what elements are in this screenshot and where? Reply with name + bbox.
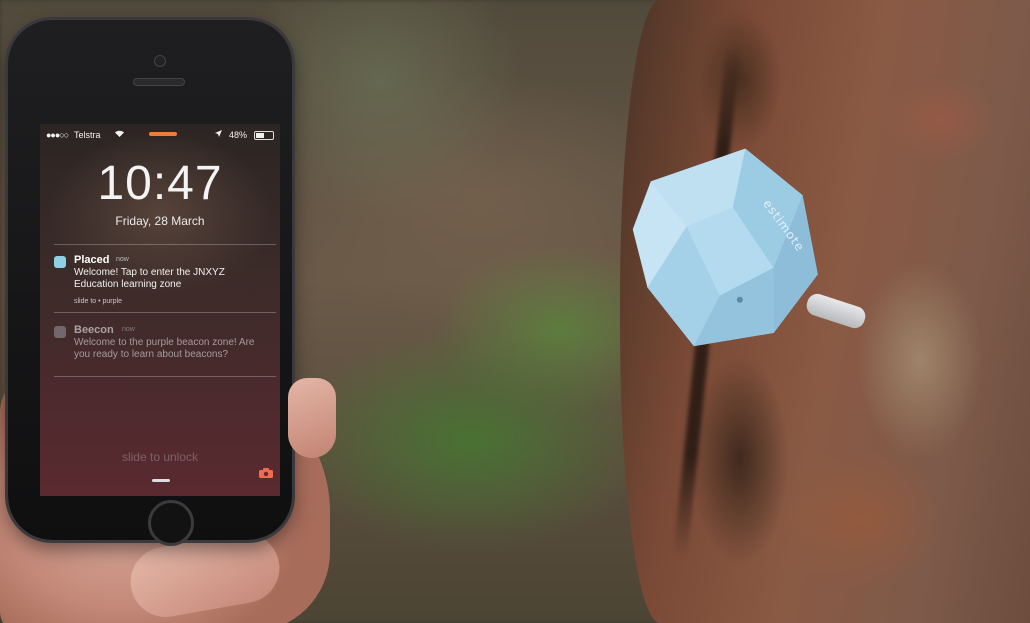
- smartphone: ●●●○○ Telstra 48% 10:47 Friday, 28 March: [8, 20, 292, 546]
- beacon-shape: [632, 148, 818, 347]
- notification-app-name: Beecon: [74, 324, 114, 336]
- notification-time: now: [116, 256, 129, 263]
- notification-divider: [54, 376, 276, 377]
- carrier-name: Telstra: [74, 130, 101, 140]
- notification-divider: [54, 312, 276, 313]
- notification-action[interactable]: slide to • purple: [74, 298, 122, 305]
- front-camera: [154, 55, 166, 67]
- notification-body: Welcome to the purple beacon zone! Are y…: [74, 337, 255, 360]
- control-center-grabber[interactable]: [152, 479, 170, 482]
- notification-body: Welcome! Tap to enter the JNXYZ Educatio…: [74, 267, 225, 290]
- location-arrow-icon: [214, 129, 223, 140]
- photo-scene: estimote ●●●○○ Telstra 48% 10:47 Friday,…: [0, 0, 1030, 623]
- lock-screen-date: Friday, 28 March: [115, 214, 205, 228]
- beecon-app-icon: [54, 326, 66, 338]
- notification-center-handle[interactable]: [149, 132, 177, 136]
- battery-fill: [256, 133, 264, 138]
- battery-percentage: 48%: [229, 130, 248, 140]
- home-button[interactable]: [148, 500, 194, 546]
- notification-beecon[interactable]: Beecon now Welcome to the purple beacon …: [54, 324, 276, 384]
- slide-to-unlock[interactable]: slide to unlock: [40, 450, 280, 464]
- lock-screen[interactable]: ●●●○○ Telstra 48% 10:47 Friday, 28 March: [40, 124, 280, 496]
- battery-icon: [254, 131, 274, 140]
- beacon-device: estimote: [632, 148, 868, 370]
- thumb: [288, 378, 336, 458]
- wifi-icon: [114, 129, 125, 140]
- beacon-body: estimote: [610, 126, 853, 375]
- notification-app-name: Placed: [74, 254, 110, 266]
- signal-strength-icon: ●●●○○: [46, 130, 69, 140]
- camera-icon[interactable]: [258, 466, 274, 478]
- lock-screen-clock: 10:47: [97, 157, 223, 210]
- notification-divider: [54, 244, 276, 245]
- placed-app-icon: [54, 256, 66, 268]
- notification-time: now: [122, 326, 135, 333]
- status-bar: ●●●○○ Telstra 48%: [46, 130, 274, 142]
- notification-placed[interactable]: Placed now Welcome! Tap to enter the JNX…: [54, 254, 276, 310]
- earpiece-speaker: [133, 78, 185, 86]
